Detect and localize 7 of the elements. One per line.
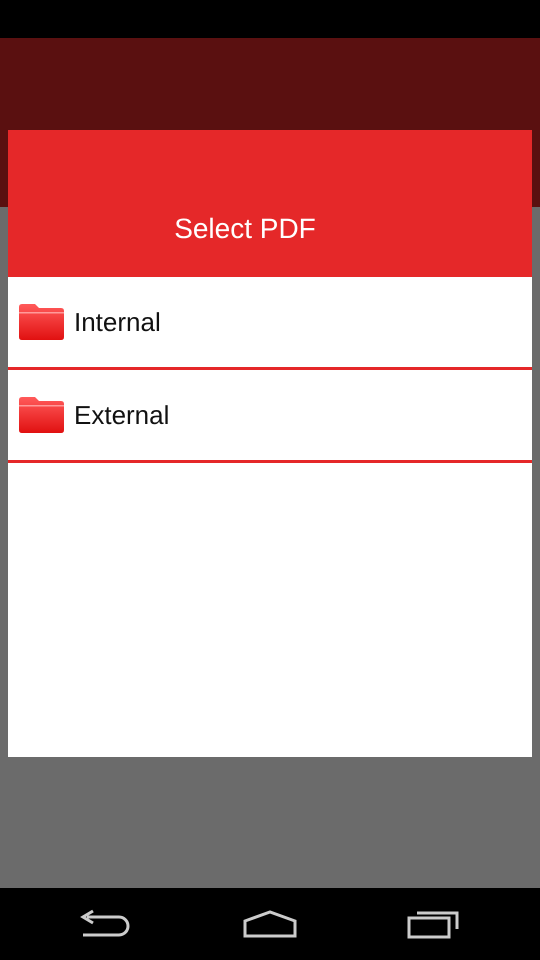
recent-apps-button[interactable] [407,909,462,939]
dialog-title: Select PDF [174,213,316,244]
folder-icon [17,396,65,434]
home-button[interactable] [242,910,298,938]
folder-item[interactable]: External [8,370,532,463]
folder-icon [17,303,65,341]
folder-item[interactable]: Internal [8,277,532,370]
